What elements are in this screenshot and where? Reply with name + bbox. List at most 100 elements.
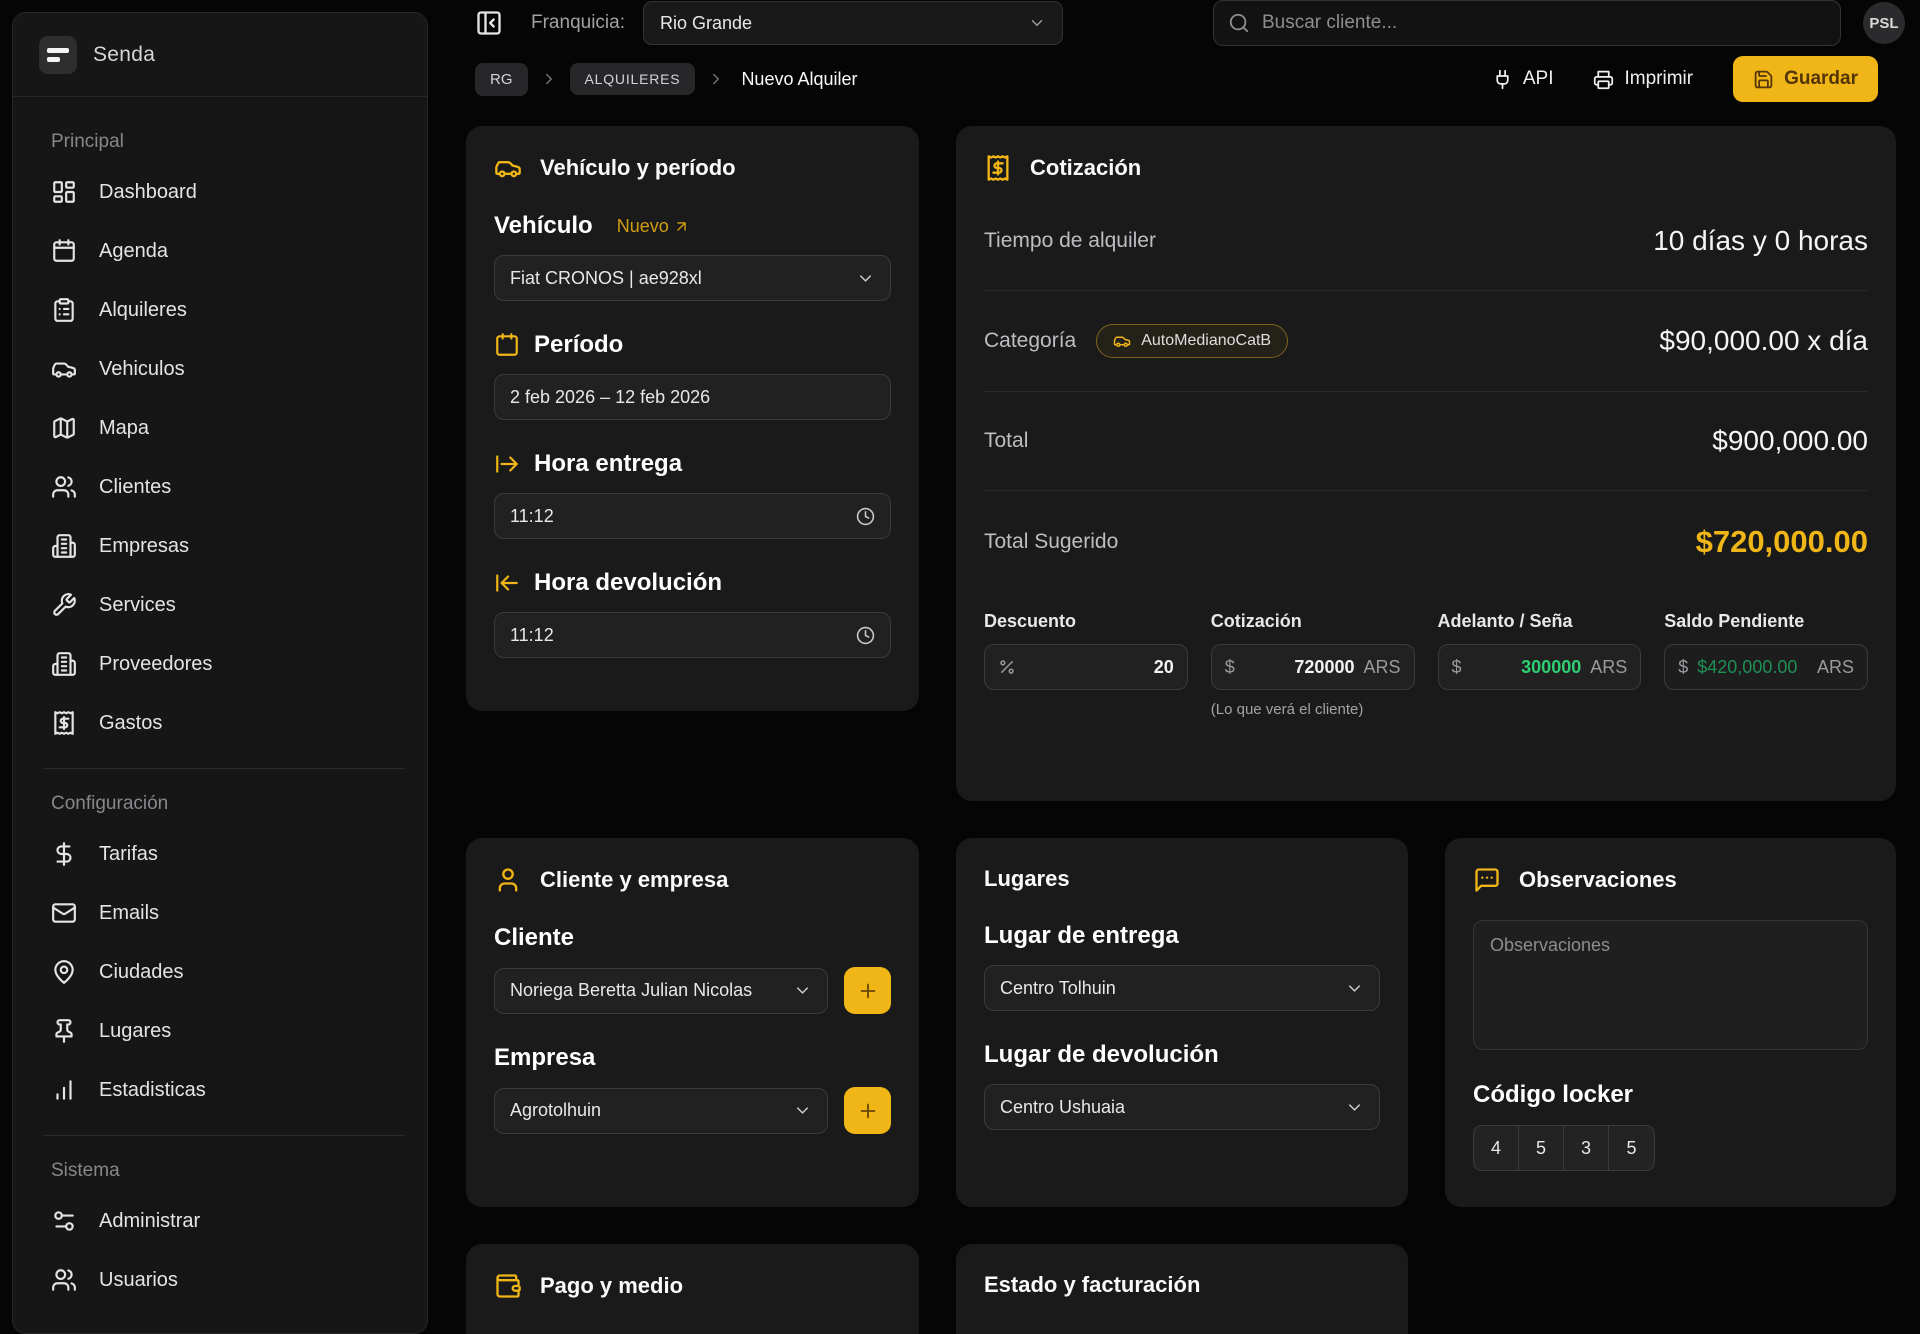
quote-amount-input[interactable]: $ 720000 ARS — [1211, 644, 1415, 690]
quote-row-total: Total $900,000.00 — [984, 392, 1868, 491]
breadcrumb-alquileres-chip[interactable]: ALQUILERES — [570, 63, 696, 95]
discount-field: Descuento 20 — [984, 611, 1188, 718]
dollar-icon — [51, 841, 77, 867]
chevron-down-icon — [856, 269, 875, 288]
breadcrumb-franchise-chip[interactable]: RG — [475, 63, 528, 96]
calendar-icon — [494, 332, 520, 358]
sidebar-item-alquileres[interactable]: Alquileres — [39, 287, 409, 333]
discount-input[interactable]: 20 — [984, 644, 1188, 690]
sidebar-item-dashboard[interactable]: Dashboard — [39, 169, 409, 215]
topbar: Franquicia: Rio Grande PSL — [428, 0, 1920, 46]
locker-digit-4[interactable]: 5 — [1609, 1126, 1654, 1170]
company-label: Empresa — [494, 1044, 595, 1072]
sidebar-item-estadisticas[interactable]: Estadisticas — [39, 1067, 409, 1113]
sidebar-item-administrar[interactable]: Administrar — [39, 1198, 409, 1244]
sidebar-item-proveedores[interactable]: Proveedores — [39, 641, 409, 687]
wrench-icon — [51, 592, 77, 618]
sidebar-item-ciudades[interactable]: Ciudades — [39, 949, 409, 995]
sidebar-nav: Principal Dashboard Agenda Alquileres Ve… — [13, 97, 427, 1303]
chevron-down-icon — [793, 981, 812, 1000]
client-label: Cliente — [494, 924, 574, 952]
arrow-left-to-line-icon — [494, 570, 520, 596]
balance-input: $ $420,000.00 ARS — [1664, 644, 1868, 690]
card-title: Cliente y empresa — [540, 867, 728, 893]
arrow-up-right-icon — [673, 218, 690, 235]
franchise-select[interactable]: Rio Grande — [643, 1, 1063, 45]
total-value: $900,000.00 — [1712, 425, 1868, 457]
plus-icon — [857, 1100, 879, 1122]
save-button[interactable]: Guardar — [1733, 56, 1878, 102]
chevron-down-icon — [1345, 1098, 1364, 1117]
card-title: Lugares — [984, 866, 1070, 892]
client-select[interactable]: Noriega Beretta Julian Nicolas — [494, 968, 828, 1014]
breadcrumb-current: Nuevo Alquiler — [741, 69, 857, 90]
add-company-button[interactable] — [844, 1087, 891, 1134]
sidebar-item-services[interactable]: Services — [39, 582, 409, 628]
locker-digit-2[interactable]: 5 — [1519, 1126, 1564, 1170]
card-title: Cotización — [1030, 155, 1141, 181]
add-client-button[interactable] — [844, 967, 891, 1014]
sidebar-item-lugares[interactable]: Lugares — [39, 1008, 409, 1054]
return-time-label: Hora devolución — [534, 569, 722, 597]
status-billing-card: Estado y facturación — [956, 1244, 1408, 1334]
pickup-place-select[interactable]: Centro Tolhuin — [984, 965, 1380, 1011]
vehicle-period-card: Vehículo y período Vehículo Nuevo Fiat C… — [466, 126, 919, 711]
locker-digit-1[interactable]: 4 — [1474, 1126, 1519, 1170]
period-label: Período — [534, 331, 623, 359]
app-name: Senda — [93, 43, 155, 67]
period-input[interactable]: 2 feb 2026 – 12 feb 2026 — [494, 374, 891, 420]
percent-icon — [998, 658, 1016, 676]
observations-textarea[interactable] — [1473, 920, 1868, 1050]
nav-section-principal: Principal — [51, 131, 409, 153]
map-pin-icon — [51, 959, 77, 985]
sidebar-item-mapa[interactable]: Mapa — [39, 405, 409, 451]
sidebar-divider — [43, 768, 405, 769]
chevron-down-icon — [793, 1101, 812, 1120]
clipboard-list-icon — [51, 297, 77, 323]
sidebar-item-agenda[interactable]: Agenda — [39, 228, 409, 274]
sidebar-item-clientes[interactable]: Clientes — [39, 464, 409, 510]
locker-code-input: 4 5 3 5 — [1473, 1125, 1655, 1171]
sidebar-item-tarifas[interactable]: Tarifas — [39, 831, 409, 877]
payment-card: Pago y medio — [466, 1244, 919, 1334]
chevron-down-icon — [1028, 14, 1046, 32]
deposit-input[interactable]: $ 300000 ARS — [1438, 644, 1642, 690]
quote-row-suggested: Total Sugerido $720,000.00 — [984, 491, 1868, 593]
print-button[interactable]: Imprimir — [1593, 68, 1693, 90]
users-icon — [51, 474, 77, 500]
new-vehicle-link[interactable]: Nuevo — [617, 216, 690, 237]
sidebar-item-emails[interactable]: Emails — [39, 890, 409, 936]
settings-sliders-icon — [51, 1208, 77, 1234]
sidebar-item-empresas[interactable]: Empresas — [39, 523, 409, 569]
company-select[interactable]: Agrotolhuin — [494, 1088, 828, 1134]
pickup-time-input[interactable]: 11:12 — [494, 493, 891, 539]
chevron-right-icon — [707, 70, 725, 88]
mail-icon — [51, 900, 77, 926]
sidebar-item-usuarios[interactable]: Usuarios — [39, 1257, 409, 1303]
sidebar-divider — [43, 1135, 405, 1136]
sidebar-item-gastos[interactable]: Gastos — [39, 700, 409, 746]
quote-hint: (Lo que verá el cliente) — [1211, 701, 1415, 718]
suggested-total-value: $720,000.00 — [1696, 524, 1868, 560]
vehicle-select[interactable]: Fiat CRONOS | ae928xl — [494, 255, 891, 301]
sidebar-collapse-button[interactable] — [475, 8, 505, 38]
clock-icon — [856, 507, 875, 526]
user-avatar[interactable]: PSL — [1863, 2, 1905, 44]
pickup-time-label: Hora entrega — [534, 450, 682, 478]
api-button[interactable]: API — [1492, 68, 1554, 90]
locker-code-label: Código locker — [1473, 1081, 1868, 1109]
card-title: Observaciones — [1519, 867, 1677, 893]
nav-section-configuracion: Configuración — [51, 793, 409, 815]
message-dots-icon — [1473, 866, 1501, 894]
locker-digit-3[interactable]: 3 — [1564, 1126, 1609, 1170]
search-input[interactable] — [1262, 12, 1826, 34]
notes-card: Observaciones Código locker 4 5 3 5 — [1445, 838, 1896, 1207]
app-logo[interactable]: Senda — [13, 13, 427, 97]
car-icon — [494, 154, 522, 182]
return-place-select[interactable]: Centro Ushuaia — [984, 1084, 1380, 1130]
sidebar-item-vehiculos[interactable]: Vehiculos — [39, 346, 409, 392]
main-area: Franquicia: Rio Grande PSL RG ALQUILERES… — [428, 0, 1920, 1334]
franchise-label: Franquicia: — [531, 12, 625, 34]
senda-logo-icon — [39, 36, 77, 74]
return-time-input[interactable]: 11:12 — [494, 612, 891, 658]
